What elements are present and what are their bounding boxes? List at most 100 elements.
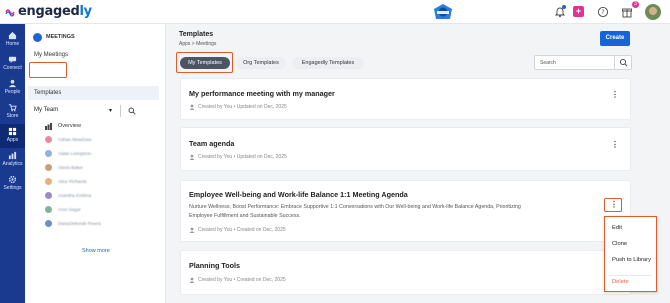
show-more-link[interactable]: Show more (82, 248, 110, 254)
rail-apps-label: Apps (6, 137, 19, 143)
top-bar: engagedly + ? 3 (0, 0, 670, 24)
avatar (45, 205, 52, 213)
rail-analytics-label: Analytics (2, 161, 23, 167)
meetings-icon (33, 32, 42, 42)
team-member-item[interactable]: Aidan Livingston (45, 148, 91, 158)
more-options-icon[interactable]: ⋮ (611, 141, 619, 150)
home-icon (8, 31, 17, 40)
menu-item-edit[interactable]: Edit (612, 225, 622, 231)
avatar (45, 135, 52, 143)
notification-dot (562, 5, 566, 9)
svg-text:?: ? (601, 9, 604, 16)
plus-icon[interactable]: + (573, 6, 584, 17)
menu-item-delete[interactable]: Delete (612, 279, 629, 285)
templates-highlight (29, 62, 67, 78)
template-title[interactable]: Employee Well-being and Work-life Balanc… (189, 190, 408, 199)
user-icon (189, 104, 195, 110)
more-options-icon[interactable]: ⋮ (611, 91, 619, 100)
template-meta: Created by You • Updated on Dec, 2025 (189, 154, 287, 160)
template-title[interactable]: Team agenda (189, 139, 234, 148)
rail-people-label: People (4, 89, 21, 95)
user-avatar[interactable] (645, 4, 661, 20)
team-member-item[interactable]: DaisyDeborah Rivera (45, 218, 101, 228)
gear-icon (8, 175, 17, 184)
sidebar-header: MEETINGS (33, 32, 75, 42)
sidebar-item-my-meetings[interactable]: My Meetings (34, 52, 68, 58)
gift-icon[interactable] (621, 6, 633, 18)
template-card[interactable]: My performance meeting with my manager C… (180, 78, 631, 120)
sidebar-item-overview[interactable]: Overview (45, 121, 81, 131)
template-card[interactable]: Team agenda Created by You • Updated on … (180, 127, 631, 171)
avatar (45, 191, 52, 199)
template-meta: Created by You • Created on Dec, 2025 (189, 277, 286, 283)
menu-item-clone[interactable]: Clone (612, 241, 627, 247)
team-member-name: DaisyDeborah Rivera (58, 220, 101, 226)
team-member-name: Adrian Meadows (58, 136, 92, 142)
cart-icon (8, 104, 17, 112)
rail-settings[interactable]: Settings (0, 172, 25, 196)
tab-engagedly-templates[interactable]: Engagedly Templates (292, 57, 364, 69)
rail-home-label: Home (5, 41, 20, 47)
template-meta-text: Created by You • Updated on Dec, 2025 (198, 104, 287, 110)
template-meta-text: Created by You • Updated on Dec, 2025 (198, 154, 287, 160)
avatar (45, 149, 52, 157)
template-meta: Created by You • Created on Dec, 2025 (189, 227, 286, 233)
rail-analytics[interactable]: Analytics (0, 148, 25, 172)
app-logo[interactable]: engagedly (18, 4, 92, 19)
template-meta-text: Created by You • Created on Dec, 2025 (198, 227, 286, 233)
team-selector[interactable]: My Team ▾ (34, 105, 160, 117)
rail-people[interactable]: People (0, 76, 25, 100)
rail-apps[interactable]: Apps (0, 124, 25, 148)
template-meta: Created by You • Updated on Dec, 2025 (189, 104, 287, 110)
template-card[interactable]: Planning Tools Created by You • Created … (180, 250, 631, 295)
team-member-name: Alice Richards (58, 178, 87, 184)
team-member-item[interactable]: Arun Sagar (45, 204, 81, 214)
more-options-button-active[interactable]: ⋮ (604, 198, 622, 212)
help-icon[interactable]: ? (597, 6, 609, 18)
my-templates-highlight (176, 52, 233, 73)
search-button[interactable] (614, 56, 631, 69)
sidebar-item-templates-label: Templates (34, 90, 62, 96)
search-icon (619, 58, 628, 67)
analytics-icon (8, 151, 17, 160)
user-icon (189, 227, 195, 233)
menu-item-push-to-library[interactable]: Push to Library (612, 257, 651, 263)
rail-settings-label: Settings (3, 185, 22, 191)
team-member-item[interactable]: Anantha Krishna (45, 190, 91, 200)
team-member-item[interactable]: Alice Richards (45, 176, 87, 186)
tab-org-templates[interactable]: Org Templates (236, 57, 286, 69)
create-button[interactable]: Create (600, 31, 630, 46)
rail-connect[interactable]: Connect (0, 52, 25, 76)
search-input[interactable]: Search (534, 55, 632, 70)
divider (120, 105, 121, 117)
team-member-name: Alexis Baker (58, 164, 84, 170)
chevron-down-icon[interactable]: ▾ (109, 107, 112, 114)
team-selector-label: My Team (34, 107, 59, 113)
grid-icon[interactable] (5, 7, 15, 17)
left-rail: Home Connect People Store Apps Analytics… (0, 24, 25, 303)
template-card[interactable]: Employee Well-being and Work-life Balanc… (180, 180, 631, 242)
template-title[interactable]: Planning Tools (189, 261, 240, 270)
sidebar-item-templates[interactable]: Templates (28, 86, 159, 100)
rail-connect-label: Connect (3, 65, 22, 71)
avatar (45, 163, 52, 171)
overview-label: Overview (58, 123, 81, 129)
connect-icon (8, 56, 17, 64)
template-meta-text: Created by You • Created on Dec, 2025 (198, 277, 286, 283)
team-member-item[interactable]: Alexis Baker (45, 162, 83, 172)
more-options-icon: ⋮ (610, 200, 618, 209)
rail-store-label: Store (6, 113, 19, 119)
overview-icon (45, 122, 52, 130)
team-member-name: Arun Sagar (58, 206, 81, 212)
rail-store[interactable]: Store (0, 100, 25, 124)
team-member-item[interactable]: Adrian Meadows (45, 134, 92, 144)
template-title[interactable]: My performance meeting with my manager (189, 89, 335, 98)
search-icon[interactable] (128, 107, 136, 115)
avatar (45, 219, 52, 227)
search-placeholder: Search (540, 60, 556, 66)
team-member-name: Anantha Krishna (58, 192, 92, 198)
team-member-name: Aidan Livingston (58, 150, 92, 156)
notification-count-badge: 3 (632, 1, 639, 8)
rail-home[interactable]: Home (0, 28, 25, 52)
breadcrumb[interactable]: Apps > Meetings (179, 41, 216, 47)
